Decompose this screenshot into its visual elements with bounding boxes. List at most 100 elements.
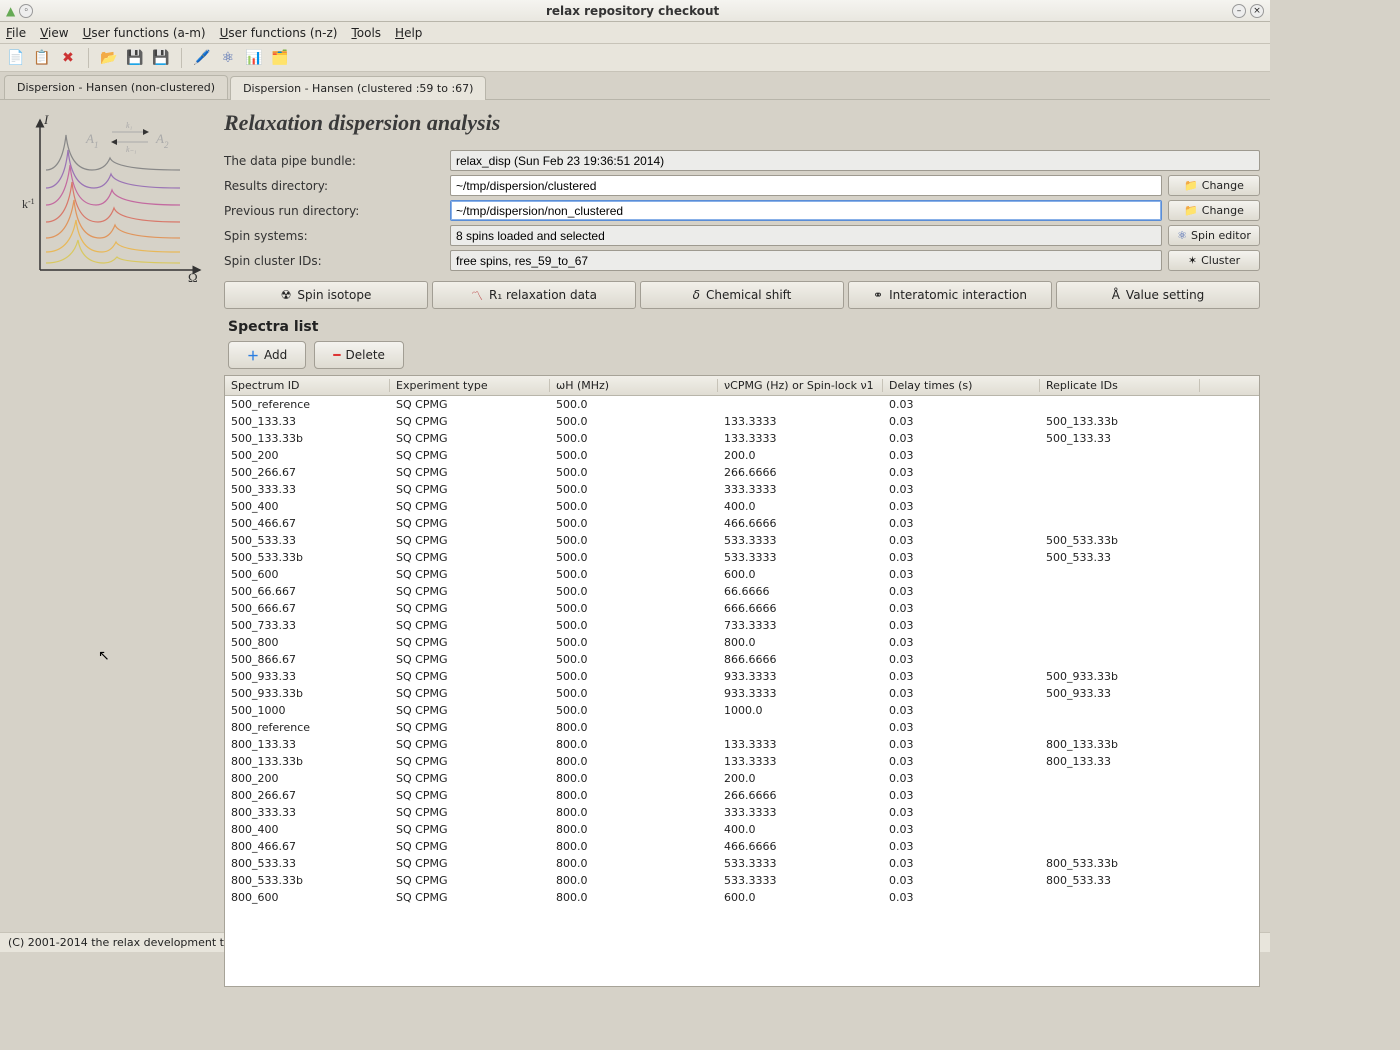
table-row[interactable]: 800_466.67SQ CPMG800.0466.66660.03	[225, 838, 1259, 855]
cell: 733.3333	[718, 619, 883, 632]
relax-icon[interactable]: 🖊️	[192, 48, 212, 68]
table-row[interactable]: 500_533.33SQ CPMG500.0533.33330.03500_53…	[225, 532, 1259, 549]
cell: 800_266.67	[225, 789, 390, 802]
chart-icon[interactable]: 📊	[244, 48, 264, 68]
table-row[interactable]: 800_133.33SQ CPMG800.0133.33330.03800_13…	[225, 736, 1259, 753]
folder-icon: 📁	[1184, 179, 1198, 192]
cell: 66.6666	[718, 585, 883, 598]
table-row[interactable]: 500_866.67SQ CPMG500.0866.66660.03	[225, 651, 1259, 668]
save-icon[interactable]: 💾	[125, 48, 145, 68]
table-row[interactable]: 500_800SQ CPMG500.0800.00.03	[225, 634, 1259, 651]
cell: 133.3333	[718, 755, 883, 768]
table-row[interactable]: 800_referenceSQ CPMG800.00.03	[225, 719, 1259, 736]
cell: 800_533.33	[225, 857, 390, 870]
cell: 333.3333	[718, 483, 883, 496]
table-row[interactable]: 800_533.33SQ CPMG800.0533.33330.03800_53…	[225, 855, 1259, 872]
change-results-button[interactable]: 📁Change	[1168, 175, 1260, 196]
table-body[interactable]: 500_referenceSQ CPMG500.00.03500_133.33S…	[225, 396, 1259, 986]
cell: 800_533.33b	[225, 874, 390, 887]
table-row[interactable]: 800_533.33bSQ CPMG800.0533.33330.03800_5…	[225, 872, 1259, 889]
svg-text:I: I	[43, 112, 49, 127]
cell: 0.03	[883, 568, 1040, 581]
cell: SQ CPMG	[390, 823, 550, 836]
table-row[interactable]: 500_133.33bSQ CPMG500.0133.33330.03500_1…	[225, 430, 1259, 447]
cluster-button[interactable]: ✶Cluster	[1168, 250, 1260, 271]
table-row[interactable]: 500_referenceSQ CPMG500.00.03	[225, 396, 1259, 413]
svg-text:A1: A1	[85, 131, 98, 150]
cell: 1000.0	[718, 704, 883, 717]
copy-icon[interactable]: 📋	[32, 48, 52, 68]
cell: 500.0	[550, 517, 718, 530]
cell: SQ CPMG	[390, 891, 550, 904]
cell: 600.0	[718, 568, 883, 581]
menu-ufam[interactable]: User functions (a-m)	[83, 26, 206, 40]
table-row[interactable]: 500_200SQ CPMG500.0200.00.03	[225, 447, 1259, 464]
pipe-icon[interactable]: 🗂️	[270, 48, 290, 68]
menu-ufnz[interactable]: User functions (n-z)	[220, 26, 338, 40]
molecule-icon[interactable]: ⚛	[218, 48, 238, 68]
menu-view[interactable]: View	[40, 26, 68, 40]
table-row[interactable]: 500_333.33SQ CPMG500.0333.33330.03	[225, 481, 1259, 498]
cluster-field	[450, 250, 1162, 271]
col-replicate[interactable]: Replicate IDs	[1040, 379, 1200, 392]
tab-non-clustered[interactable]: Dispersion - Hansen (non-clustered)	[4, 75, 228, 99]
table-row[interactable]: 500_933.33bSQ CPMG500.0933.33330.03500_9…	[225, 685, 1259, 702]
table-row[interactable]: 500_133.33SQ CPMG500.0133.33330.03500_13…	[225, 413, 1259, 430]
saveas-icon[interactable]: 💾	[151, 48, 171, 68]
cell: 500.0	[550, 483, 718, 496]
chemical-shift-button[interactable]: δChemical shift	[640, 281, 844, 309]
table-row[interactable]: 500_533.33bSQ CPMG500.0533.33330.03500_5…	[225, 549, 1259, 566]
cell: 800_466.67	[225, 840, 390, 853]
menu-tools[interactable]: Tools	[351, 26, 381, 40]
table-row[interactable]: 800_400SQ CPMG800.0400.00.03	[225, 821, 1259, 838]
interatomic-button[interactable]: ⚭Interatomic interaction	[848, 281, 1052, 309]
menu-file[interactable]: File	[6, 26, 26, 40]
table-row[interactable]: 500_733.33SQ CPMG500.0733.33330.03	[225, 617, 1259, 634]
table-row[interactable]: 500_266.67SQ CPMG500.0266.66660.03	[225, 464, 1259, 481]
table-row[interactable]: 500_933.33SQ CPMG500.0933.33330.03500_93…	[225, 668, 1259, 685]
table-row[interactable]: 500_466.67SQ CPMG500.0466.66660.03	[225, 515, 1259, 532]
delete-icon[interactable]: ✖	[58, 48, 78, 68]
table-row[interactable]: 800_133.33bSQ CPMG800.0133.33330.03800_1…	[225, 753, 1259, 770]
col-vcpmg[interactable]: νCPMG (Hz) or Spin-lock ν1	[718, 379, 883, 392]
close-button[interactable]: ×	[1250, 4, 1264, 18]
cell: 500.0	[550, 602, 718, 615]
new-icon[interactable]: 📄	[6, 48, 26, 68]
spin-isotope-button[interactable]: ☢Spin isotope	[224, 281, 428, 309]
previous-field[interactable]	[450, 200, 1162, 221]
col-spectrum-id[interactable]: Spectrum ID	[225, 379, 390, 392]
table-row[interactable]: 500_400SQ CPMG500.0400.00.03	[225, 498, 1259, 515]
table-row[interactable]: 800_600SQ CPMG800.0600.00.03	[225, 889, 1259, 906]
cell: 666.6666	[718, 602, 883, 615]
table-row[interactable]: 800_200SQ CPMG800.0200.00.03	[225, 770, 1259, 787]
cell: 533.3333	[718, 551, 883, 564]
change-previous-button[interactable]: 📁Change	[1168, 200, 1260, 221]
cell: SQ CPMG	[390, 704, 550, 717]
cell: 500.0	[550, 653, 718, 666]
dispersion-plot-icon: I Ω k-1 A1 A2 k₁ k₋₁	[10, 110, 210, 290]
table-row[interactable]: 800_333.33SQ CPMG800.0333.33330.03	[225, 804, 1259, 821]
col-wh[interactable]: ωH (MHz)	[550, 379, 718, 392]
value-setting-button[interactable]: ÅValue setting	[1056, 281, 1260, 309]
delete-button[interactable]: ━Delete	[314, 341, 404, 369]
r1-relaxation-button[interactable]: 〽R₁ relaxation data	[432, 281, 636, 309]
minus-icon: ━	[333, 348, 340, 362]
table-row[interactable]: 500_66.667SQ CPMG500.066.66660.03	[225, 583, 1259, 600]
table-row[interactable]: 500_666.67SQ CPMG500.0666.66660.03	[225, 600, 1259, 617]
cell: 800.0	[550, 772, 718, 785]
col-exp-type[interactable]: Experiment type	[390, 379, 550, 392]
table-row[interactable]: 500_1000SQ CPMG500.01000.00.03	[225, 702, 1259, 719]
table-row[interactable]: 800_266.67SQ CPMG800.0266.66660.03	[225, 787, 1259, 804]
col-delay[interactable]: Delay times (s)	[883, 379, 1040, 392]
cell: 466.6666	[718, 840, 883, 853]
add-button[interactable]: ＋Add	[228, 341, 306, 369]
spin-editor-button[interactable]: ⚛Spin editor	[1168, 225, 1260, 246]
results-field[interactable]	[450, 175, 1162, 196]
tab-clustered[interactable]: Dispersion - Hansen (clustered :59 to :6…	[230, 76, 486, 100]
menu-help[interactable]: Help	[395, 26, 422, 40]
table-row[interactable]: 500_600SQ CPMG500.0600.00.03	[225, 566, 1259, 583]
open-icon[interactable]: 📂	[99, 48, 119, 68]
minimize-button[interactable]: –	[1232, 4, 1246, 18]
menu-button[interactable]: ◦	[19, 4, 33, 18]
cell: 500.0	[550, 687, 718, 700]
